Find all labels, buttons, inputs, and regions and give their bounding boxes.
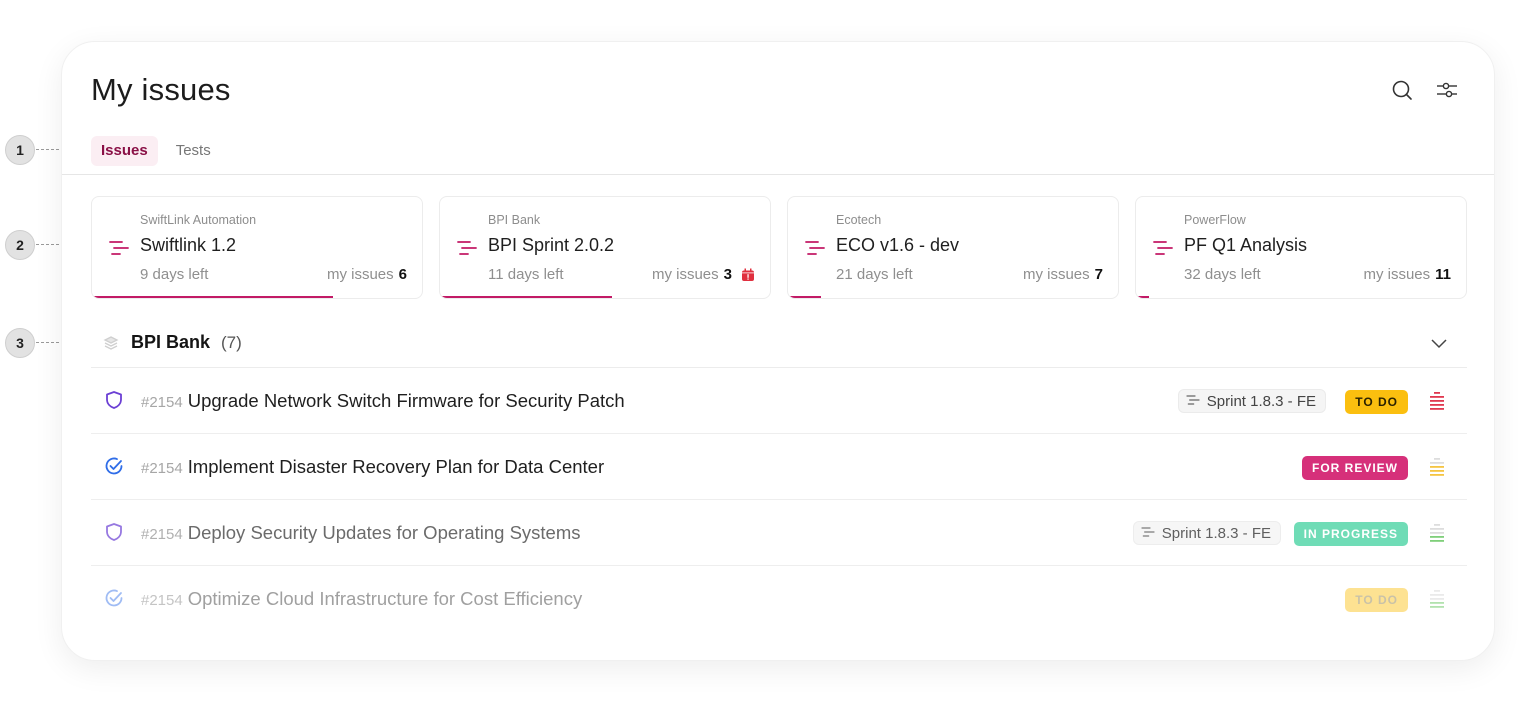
sprint-icon (1185, 393, 1201, 410)
filter-sliders-icon (1437, 82, 1457, 98)
card-client: PowerFlow (1184, 213, 1246, 227)
tab-tests[interactable]: Tests (166, 136, 221, 166)
sprint-progress-fill (440, 296, 612, 298)
issue-text: #2154 Implement Disaster Recovery Plan fo… (141, 456, 604, 478)
card-client: BPI Bank (488, 213, 541, 227)
card-sprint-name: ECO v1.6 - dev (836, 235, 960, 255)
layers-icon (103, 336, 119, 350)
sprint-chip[interactable]: Sprint 1.8.3 - FE (1177, 389, 1326, 413)
priority-high-icon (1430, 392, 1444, 410)
card-sprint-name: BPI Sprint 2.0.2 (488, 235, 615, 255)
issue-row[interactable]: #2154 Upgrade Network Switch Firmware for… (91, 368, 1467, 434)
sprint-card[interactable]: PowerFlow PF Q1 Analysis 32 days left my… (1135, 196, 1467, 299)
issue-title: Deploy Security Updates for Operating Sy… (187, 522, 581, 543)
filter-button[interactable] (1435, 78, 1459, 102)
card-my-issues: my issues 3 (652, 266, 755, 283)
sprint-icon (1152, 239, 1174, 257)
my-issues-panel: My issues Issues Tests SwiftLink Automat… (61, 41, 1495, 661)
chevron-down-icon[interactable] (1429, 333, 1449, 353)
my-issues-label: my issues (651, 266, 719, 283)
check-circle-icon (105, 457, 123, 475)
card-my-issues: my issues 6 (327, 266, 407, 283)
shield-icon (106, 391, 122, 409)
issue-title: Implement Disaster Recovery Plan for Dat… (187, 456, 605, 477)
issue-title: Upgrade Network Switch Firmware for Secu… (187, 390, 625, 411)
status-badge[interactable]: IN PROGRESS (1293, 522, 1408, 546)
issue-text: #2154 Upgrade Network Switch Firmware for… (141, 390, 625, 412)
priority-low-icon (1430, 524, 1444, 542)
sprint-icon (456, 239, 478, 257)
sprint-progress-bar (788, 296, 1118, 298)
sprint-chip-label: Sprint 1.8.3 - FE (1206, 392, 1316, 410)
issue-row[interactable]: #2154 Implement Disaster Recovery Plan fo… (91, 434, 1467, 500)
sprint-card[interactable]: Ecotech ECO v1.6 - dev 21 days left my i… (787, 196, 1119, 299)
issue-number: #2154 (141, 394, 183, 411)
sprint-chip[interactable]: Sprint 1.8.3 - FE (1132, 521, 1281, 545)
search-button[interactable] (1390, 78, 1414, 102)
group-name: BPI Bank (131, 332, 211, 352)
annotation-marker-3: 3 (5, 328, 35, 358)
sprint-progress-fill (788, 296, 821, 298)
status-badge[interactable]: FOR REVIEW (1301, 456, 1408, 480)
issue-number: #2154 (141, 526, 183, 543)
sprint-progress-bar (440, 296, 770, 298)
sprint-progress-fill (1136, 296, 1150, 298)
sprint-card[interactable]: SwiftLink Automation Swiftlink 1.2 9 day… (91, 196, 423, 299)
card-days-left: 21 days left (836, 266, 913, 283)
issue-row[interactable]: #2154 Deploy Security Updates for Operati… (91, 500, 1467, 566)
card-client: SwiftLink Automation (140, 213, 257, 227)
tabs-divider (62, 174, 1494, 175)
my-issues-count: 11 (1435, 266, 1451, 283)
card-days-left: 32 days left (1184, 266, 1261, 283)
issue-row[interactable]: #2154 Optimize Cloud Infrastructure for C… (91, 566, 1467, 632)
sprint-progress-fill (92, 296, 333, 298)
issue-number: #2154 (141, 592, 183, 609)
status-badge[interactable]: TO DO (1345, 588, 1408, 612)
my-issues-label: my issues (326, 266, 394, 283)
my-issues-count: 6 (398, 266, 407, 283)
my-issues-label: my issues (1363, 266, 1431, 283)
card-days-left: 11 days left (488, 266, 564, 283)
card-my-issues: my issues 11 (1363, 266, 1451, 283)
card-days-left: 9 days left (140, 266, 209, 283)
card-my-issues: my issues 7 (1023, 266, 1103, 283)
tab-issues[interactable]: Issues (91, 136, 158, 166)
status-badge[interactable]: TO DO (1345, 390, 1408, 414)
issue-title: Optimize Cloud Infrastructure for Cost E… (187, 588, 583, 609)
sprint-card[interactable]: BPI Bank BPI Sprint 2.0.2 11 days left m… (439, 196, 771, 299)
annotation-marker-2: 2 (5, 230, 35, 260)
issue-text: #2154 Optimize Cloud Infrastructure for C… (141, 588, 582, 610)
annotation-marker-1: 1 (5, 135, 35, 165)
sprint-cards: SwiftLink Automation Swiftlink 1.2 9 day… (91, 196, 1467, 299)
card-sprint-name: PF Q1 Analysis (1184, 235, 1308, 255)
tab-bar: Issues Tests (91, 136, 221, 166)
priority-medium-icon (1430, 458, 1444, 476)
my-issues-label: my issues (1022, 266, 1090, 283)
group-count: (7) (221, 333, 242, 352)
card-client: Ecotech (836, 213, 882, 227)
sprint-icon (108, 239, 130, 257)
card-sprint-name: Swiftlink 1.2 (140, 235, 237, 255)
search-icon (1392, 80, 1412, 100)
issue-number: #2154 (141, 460, 183, 477)
group-header[interactable]: BPI Bank (7) (91, 325, 1467, 367)
my-issues-count: 7 (1094, 266, 1103, 283)
my-issues-count: 3 (723, 266, 732, 283)
issue-text: #2154 Deploy Security Updates for Operati… (141, 522, 581, 544)
sprint-chip-label: Sprint 1.8.3 - FE (1161, 524, 1271, 542)
shield-icon (106, 523, 122, 541)
sprint-progress-bar (1136, 296, 1466, 298)
priority-low-icon (1430, 590, 1444, 608)
sprint-icon (1140, 525, 1156, 542)
page-title: My issues (91, 72, 231, 107)
calendar-alert-icon (742, 268, 754, 281)
sprint-icon (804, 239, 826, 257)
sprint-progress-bar (92, 296, 422, 298)
check-circle-icon (105, 589, 123, 607)
